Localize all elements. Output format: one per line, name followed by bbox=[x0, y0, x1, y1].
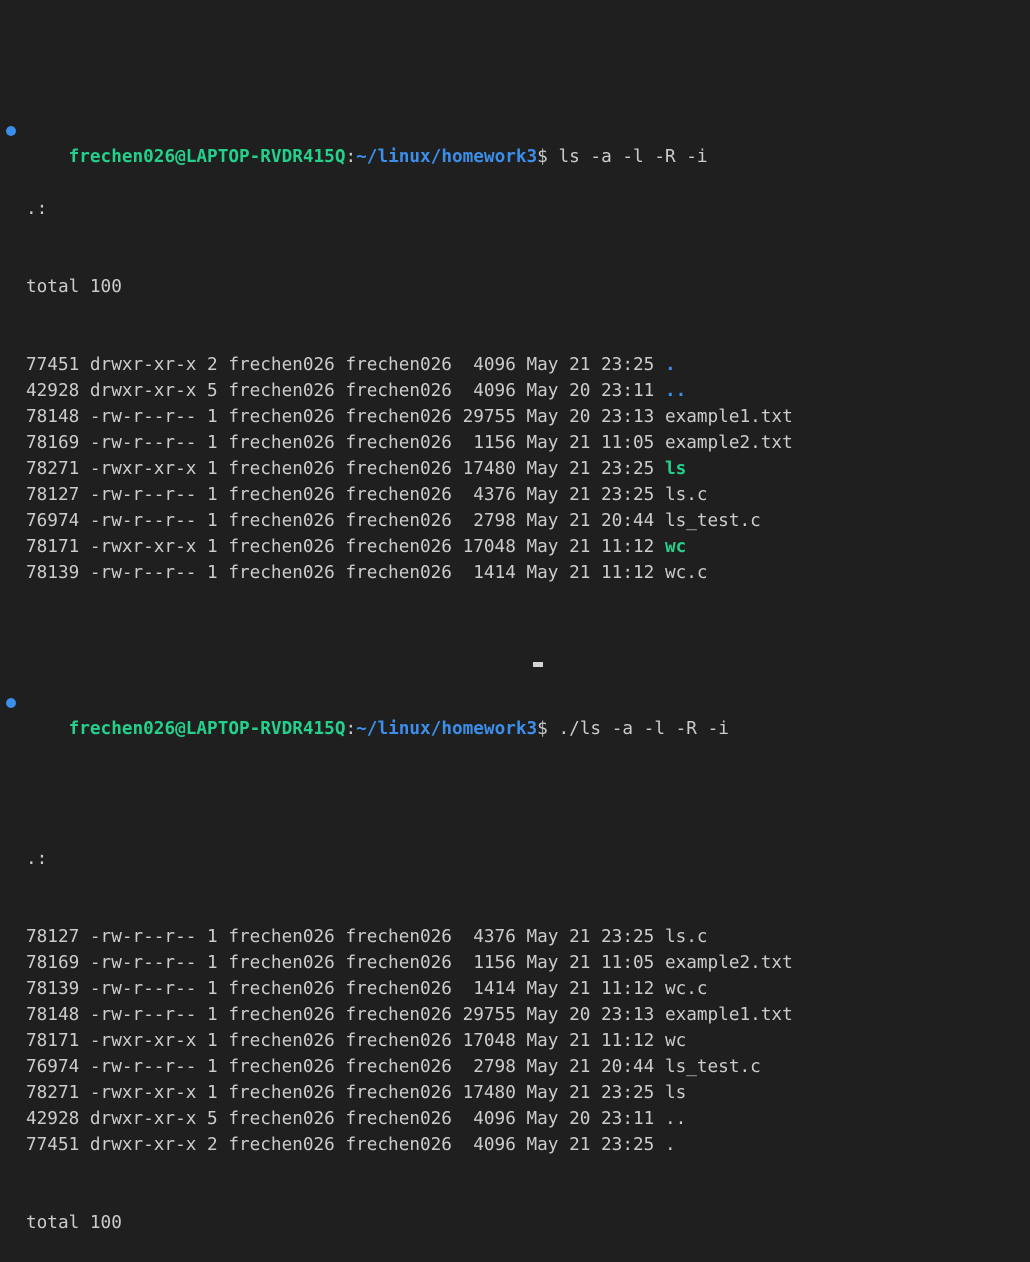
row-filename: wc bbox=[664, 537, 687, 557]
total-line: total 100 bbox=[0, 274, 1030, 300]
listing-2: 78127 -rw-r--r-- 1 frechen026 frechen026… bbox=[0, 924, 1030, 1158]
listing-row: 76974 -rw-r--r-- 1 frechen026 frechen026… bbox=[0, 1054, 1030, 1080]
row-filename: .. bbox=[664, 1109, 687, 1129]
listing-row: 77451 drwxr-xr-x 2 frechen026 frechen026… bbox=[0, 352, 1030, 378]
row-meta: 78139 -rw-r--r-- 1 frechen026 frechen026… bbox=[26, 979, 665, 999]
listing-row: 42928 drwxr-xr-x 5 frechen026 frechen026… bbox=[0, 378, 1030, 404]
listing-row: 78139 -rw-r--r-- 1 frechen026 frechen026… bbox=[0, 560, 1030, 586]
listing-row: 78171 -rwxr-xr-x 1 frechen026 frechen026… bbox=[0, 534, 1030, 560]
row-meta: 78127 -rw-r--r-- 1 frechen026 frechen026… bbox=[26, 485, 665, 505]
listing-row: 78169 -rw-r--r-- 1 frechen026 frechen026… bbox=[0, 950, 1030, 976]
row-filename: ls.c bbox=[664, 927, 708, 947]
row-filename: ls.c bbox=[664, 485, 708, 505]
listing-row: 78127 -rw-r--r-- 1 frechen026 frechen026… bbox=[0, 924, 1030, 950]
row-filename: example1.txt bbox=[664, 407, 793, 427]
row-filename: wc.c bbox=[664, 563, 708, 583]
listing-row: 78148 -rw-r--r-- 1 frechen026 frechen026… bbox=[0, 1002, 1030, 1028]
dir-header: .: bbox=[0, 196, 1030, 222]
listing-1: 77451 drwxr-xr-x 2 frechen026 frechen026… bbox=[0, 352, 1030, 586]
row-filename: example2.txt bbox=[664, 953, 793, 973]
row-meta: 78139 -rw-r--r-- 1 frechen026 frechen026… bbox=[26, 563, 665, 583]
row-filename: ls bbox=[664, 459, 687, 479]
listing-row: 78127 -rw-r--r-- 1 frechen026 frechen026… bbox=[0, 482, 1030, 508]
total-line: total 100 bbox=[0, 1210, 1030, 1236]
prompt-status-dot-icon[interactable] bbox=[6, 126, 16, 136]
terminal-output[interactable]: frechen026@LAPTOP-RVDR415Q:~/linux/homew… bbox=[0, 14, 1030, 1262]
prompt-symbol: $ bbox=[537, 719, 559, 739]
listing-row: 78169 -rw-r--r-- 1 frechen026 frechen026… bbox=[0, 430, 1030, 456]
prompt-status-dot-icon[interactable] bbox=[6, 698, 16, 708]
listing-row: 78148 -rw-r--r-- 1 frechen026 frechen026… bbox=[0, 404, 1030, 430]
prompt-path: ~/linux/homework3 bbox=[356, 147, 538, 167]
listing-row: 42928 drwxr-xr-x 5 frechen026 frechen026… bbox=[0, 1106, 1030, 1132]
listing-row: 77451 drwxr-xr-x 2 frechen026 frechen026… bbox=[0, 1132, 1030, 1158]
listing-row: 78139 -rw-r--r-- 1 frechen026 frechen026… bbox=[0, 976, 1030, 1002]
row-meta: 77451 drwxr-xr-x 2 frechen026 frechen026… bbox=[26, 355, 665, 375]
command-text: ./ls -a -l -R -i bbox=[558, 719, 729, 739]
row-meta: 77451 drwxr-xr-x 2 frechen026 frechen026… bbox=[26, 1135, 665, 1155]
terminal-cursor bbox=[533, 662, 543, 667]
row-meta: 78171 -rwxr-xr-x 1 frechen026 frechen026… bbox=[26, 1031, 665, 1051]
prompt-path: ~/linux/homework3 bbox=[356, 719, 538, 739]
row-filename: example2.txt bbox=[664, 433, 793, 453]
dir-header-text: .: bbox=[26, 199, 48, 219]
prompt-user-host: frechen026@LAPTOP-RVDR415Q bbox=[68, 719, 346, 739]
row-meta: 76974 -rw-r--r-- 1 frechen026 frechen026… bbox=[26, 511, 665, 531]
row-filename: ls_test.c bbox=[664, 511, 761, 531]
row-meta: 78169 -rw-r--r-- 1 frechen026 frechen026… bbox=[26, 953, 665, 973]
dir-header-text: .: bbox=[26, 849, 48, 869]
row-filename: wc bbox=[664, 1031, 687, 1051]
row-filename: example1.txt bbox=[664, 1005, 793, 1025]
row-filename: wc.c bbox=[664, 979, 708, 999]
row-filename: ls bbox=[664, 1083, 687, 1103]
listing-row: 78171 -rwxr-xr-x 1 frechen026 frechen026… bbox=[0, 1028, 1030, 1054]
prompt-separator: : bbox=[345, 147, 357, 167]
prompt-user-host: frechen026@LAPTOP-RVDR415Q bbox=[68, 147, 346, 167]
prompt-line-1: frechen026@LAPTOP-RVDR415Q:~/linux/homew… bbox=[0, 118, 1030, 167]
listing-row: 76974 -rw-r--r-- 1 frechen026 frechen026… bbox=[0, 508, 1030, 534]
listing-row: 78271 -rwxr-xr-x 1 frechen026 frechen026… bbox=[0, 1080, 1030, 1106]
command-text: ls -a -l -R -i bbox=[558, 147, 708, 167]
total-text: total 100 bbox=[26, 1213, 122, 1233]
prompt-line-2: frechen026@LAPTOP-RVDR415Q:~/linux/homew… bbox=[0, 690, 1030, 739]
listing-row: 78271 -rwxr-xr-x 1 frechen026 frechen026… bbox=[0, 456, 1030, 482]
dir-header: .: bbox=[0, 846, 1030, 872]
row-filename: .. bbox=[664, 381, 687, 401]
total-text: total 100 bbox=[26, 277, 122, 297]
prompt-symbol: $ bbox=[537, 147, 559, 167]
row-meta: 78148 -rw-r--r-- 1 frechen026 frechen026… bbox=[26, 1005, 665, 1025]
row-filename: . bbox=[664, 1135, 676, 1155]
row-meta: 78169 -rw-r--r-- 1 frechen026 frechen026… bbox=[26, 433, 665, 453]
row-meta: 78271 -rwxr-xr-x 1 frechen026 frechen026… bbox=[26, 459, 665, 479]
row-meta: 78148 -rw-r--r-- 1 frechen026 frechen026… bbox=[26, 407, 665, 427]
prompt-separator: : bbox=[345, 719, 357, 739]
row-meta: 42928 drwxr-xr-x 5 frechen026 frechen026… bbox=[26, 381, 665, 401]
row-meta: 76974 -rw-r--r-- 1 frechen026 frechen026… bbox=[26, 1057, 665, 1077]
row-filename: ls_test.c bbox=[664, 1057, 761, 1077]
row-meta: 78271 -rwxr-xr-x 1 frechen026 frechen026… bbox=[26, 1083, 665, 1103]
row-meta: 78171 -rwxr-xr-x 1 frechen026 frechen026… bbox=[26, 537, 665, 557]
row-meta: 42928 drwxr-xr-x 5 frechen026 frechen026… bbox=[26, 1109, 665, 1129]
row-filename: . bbox=[664, 355, 676, 375]
row-meta: 78127 -rw-r--r-- 1 frechen026 frechen026… bbox=[26, 927, 665, 947]
